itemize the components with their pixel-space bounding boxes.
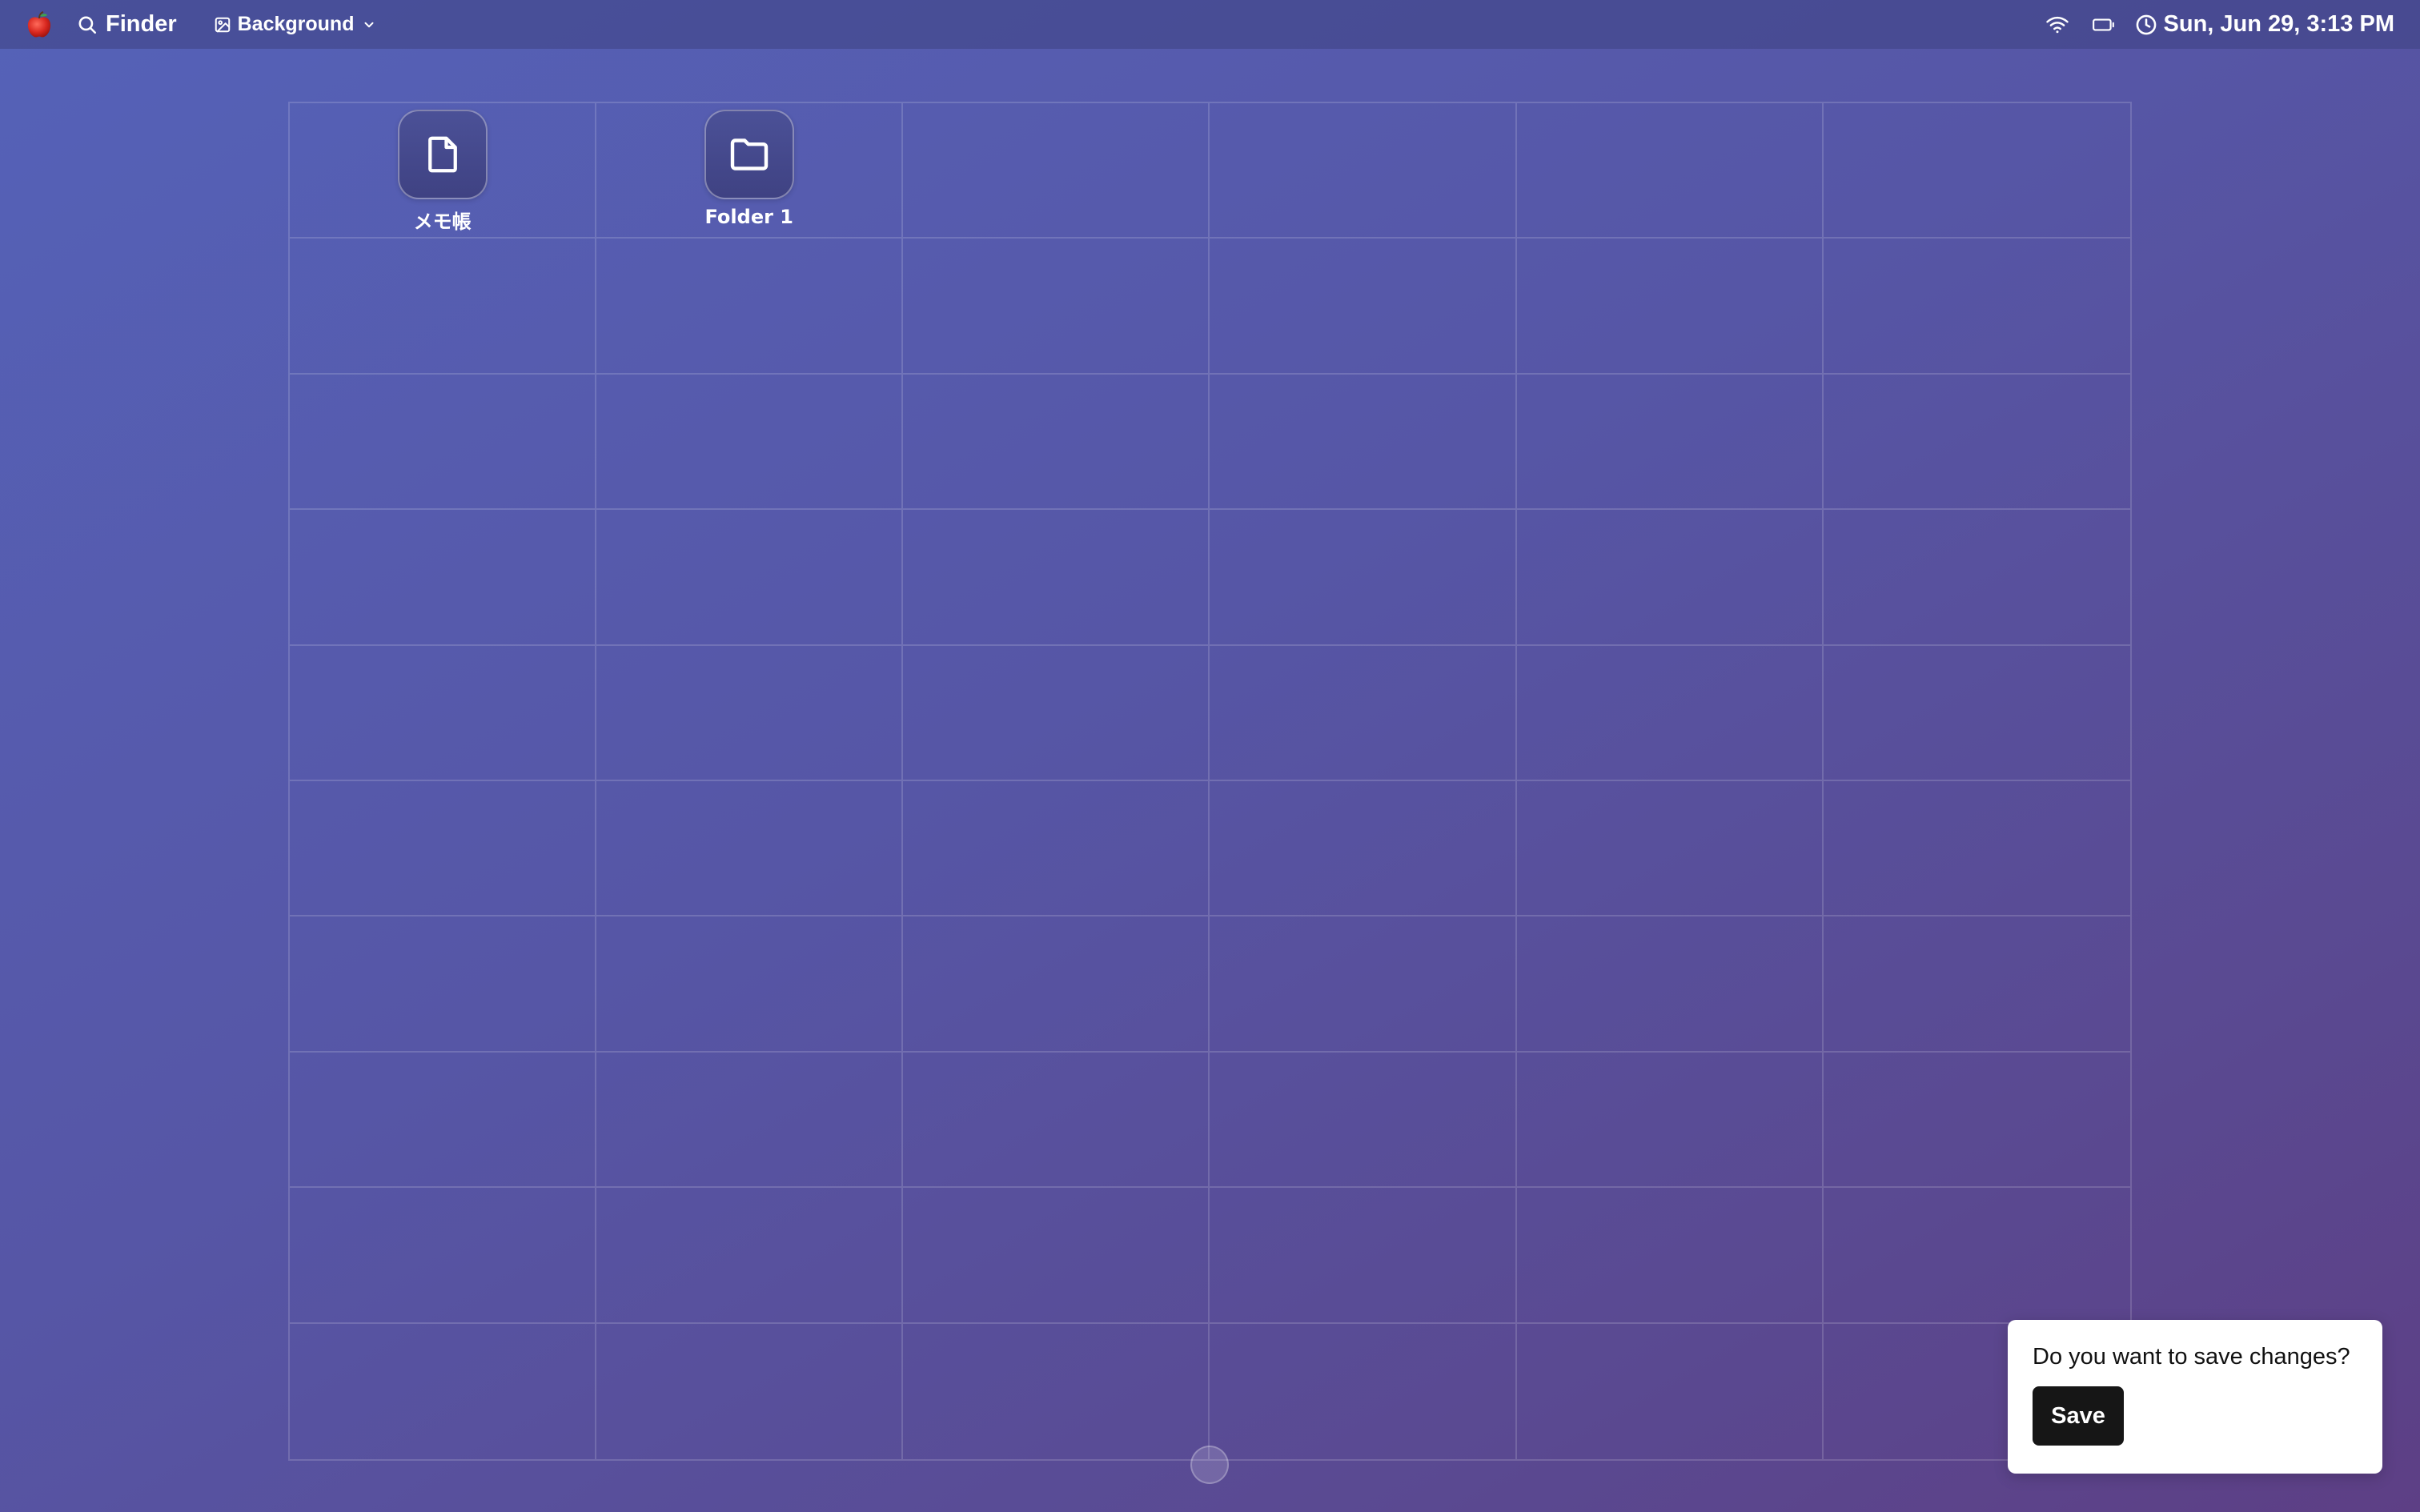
dialog-message: Do you want to save changes?	[2033, 1344, 2350, 1370]
finder-menu[interactable]: Finder	[77, 11, 177, 38]
grid-cell[interactable]	[1823, 1053, 2130, 1189]
image-icon	[214, 16, 231, 34]
apple-icon[interactable]	[24, 10, 54, 40]
finder-menu-label: Finder	[106, 11, 177, 37]
grid-cell[interactable]	[596, 1323, 904, 1459]
chevron-down-icon	[362, 18, 376, 32]
grid-cell[interactable]	[903, 1323, 1210, 1459]
grid-cell[interactable]	[1516, 103, 1824, 239]
grid-cell[interactable]	[1210, 1188, 1517, 1324]
grid-cell[interactable]	[290, 916, 597, 1053]
grid-cell[interactable]	[596, 645, 904, 781]
grid-cell[interactable]: Folder 1	[596, 103, 904, 239]
grid-cell[interactable]	[1823, 510, 2130, 646]
grid-cell[interactable]	[596, 374, 904, 511]
menu-bar: Finder Background Sun, Jun 29, 3:13 PM	[0, 0, 2420, 49]
grid-cell[interactable]	[1823, 781, 2130, 917]
grid-cell[interactable]	[1823, 1188, 2130, 1324]
grid-cell[interactable]	[1516, 239, 1824, 375]
grid-cell[interactable]	[290, 239, 597, 375]
grid-cell[interactable]	[1516, 645, 1824, 781]
grid-cell[interactable]	[290, 374, 597, 511]
grid-cell[interactable]	[1210, 645, 1517, 781]
grid-cell[interactable]	[1516, 510, 1824, 646]
grid-cell[interactable]	[903, 916, 1210, 1053]
grid-cell[interactable]	[290, 510, 597, 646]
grid-cell[interactable]	[1516, 780, 1824, 917]
grid-cell[interactable]	[1210, 510, 1517, 646]
grid-cell[interactable]	[290, 1323, 597, 1459]
grid-cell[interactable]	[596, 239, 904, 375]
page-indicator-dot[interactable]	[1190, 1446, 1229, 1484]
grid-cell[interactable]	[1516, 916, 1824, 1053]
grid-cell[interactable]	[903, 103, 1210, 239]
menu-bar-right: Sun, Jun 29, 3:13 PM	[2023, 0, 2394, 49]
grid-cell[interactable]	[1210, 239, 1517, 375]
grid-cell[interactable]	[1823, 646, 2130, 781]
grid-cell[interactable]	[1210, 780, 1517, 917]
save-button[interactable]: Save	[2033, 1386, 2124, 1446]
background-menu[interactable]: Background	[214, 13, 377, 36]
grid-cell[interactable]	[1823, 239, 2130, 375]
grid-cell[interactable]	[1823, 103, 2130, 239]
grid-cell[interactable]	[596, 780, 904, 917]
grid-cell[interactable]	[290, 645, 597, 781]
grid-cell[interactable]	[903, 1052, 1210, 1189]
grid-cell[interactable]	[290, 1188, 597, 1324]
grid-cell[interactable]	[596, 510, 904, 646]
grid-cell[interactable]	[1516, 1188, 1824, 1324]
grid-cell[interactable]	[903, 510, 1210, 646]
battery-icon[interactable]	[2092, 16, 2116, 34]
background-menu-label: Background	[237, 13, 355, 35]
grid-cell[interactable]	[1516, 374, 1824, 511]
datetime-label: Sun, Jun 29, 3:13 PM	[2163, 11, 2394, 37]
search-icon	[78, 15, 97, 34]
grid-cell[interactable]	[1516, 1052, 1824, 1189]
grid-cell[interactable]	[1210, 1323, 1517, 1459]
grid-cell[interactable]	[1210, 374, 1517, 511]
clock-icon	[2136, 14, 2156, 34]
grid-cell[interactable]	[596, 1052, 904, 1189]
grid-cell[interactable]	[290, 1052, 597, 1189]
desktop-grid: メモ帳 Folder 1	[288, 102, 2132, 1461]
document-icon[interactable]	[397, 110, 488, 199]
grid-cell[interactable]: メモ帳	[290, 103, 597, 239]
clock[interactable]: Sun, Jun 29, 3:13 PM	[2135, 11, 2394, 38]
grid-cell[interactable]	[596, 916, 904, 1053]
grid-cell[interactable]	[1210, 103, 1517, 239]
desktop-item-folder-1[interactable]: Folder 1	[596, 110, 901, 228]
folder-icon[interactable]	[704, 110, 794, 199]
grid-cell[interactable]	[596, 1188, 904, 1324]
wifi-icon[interactable]	[2045, 14, 2069, 35]
grid-cell[interactable]	[1823, 375, 2130, 511]
desktop-item-memo[interactable]: メモ帳	[290, 110, 595, 234]
grid-cell[interactable]	[903, 780, 1210, 917]
grid-cell[interactable]	[903, 239, 1210, 375]
save-changes-dialog: Do you want to save changes? Save	[2008, 1320, 2382, 1474]
grid-cell[interactable]	[903, 1188, 1210, 1324]
menu-bar-left: Finder Background	[24, 0, 376, 49]
grid-cell[interactable]	[290, 780, 597, 917]
grid-cell[interactable]	[1823, 916, 2130, 1053]
grid-cell[interactable]	[903, 645, 1210, 781]
grid-cell[interactable]	[903, 374, 1210, 511]
grid-cell[interactable]	[1210, 1052, 1517, 1189]
desktop-item-label: Folder 1	[704, 206, 793, 228]
grid-cell[interactable]	[1210, 916, 1517, 1053]
grid-cell[interactable]	[1517, 1323, 1824, 1459]
desktop-item-label: メモ帳	[413, 211, 472, 233]
